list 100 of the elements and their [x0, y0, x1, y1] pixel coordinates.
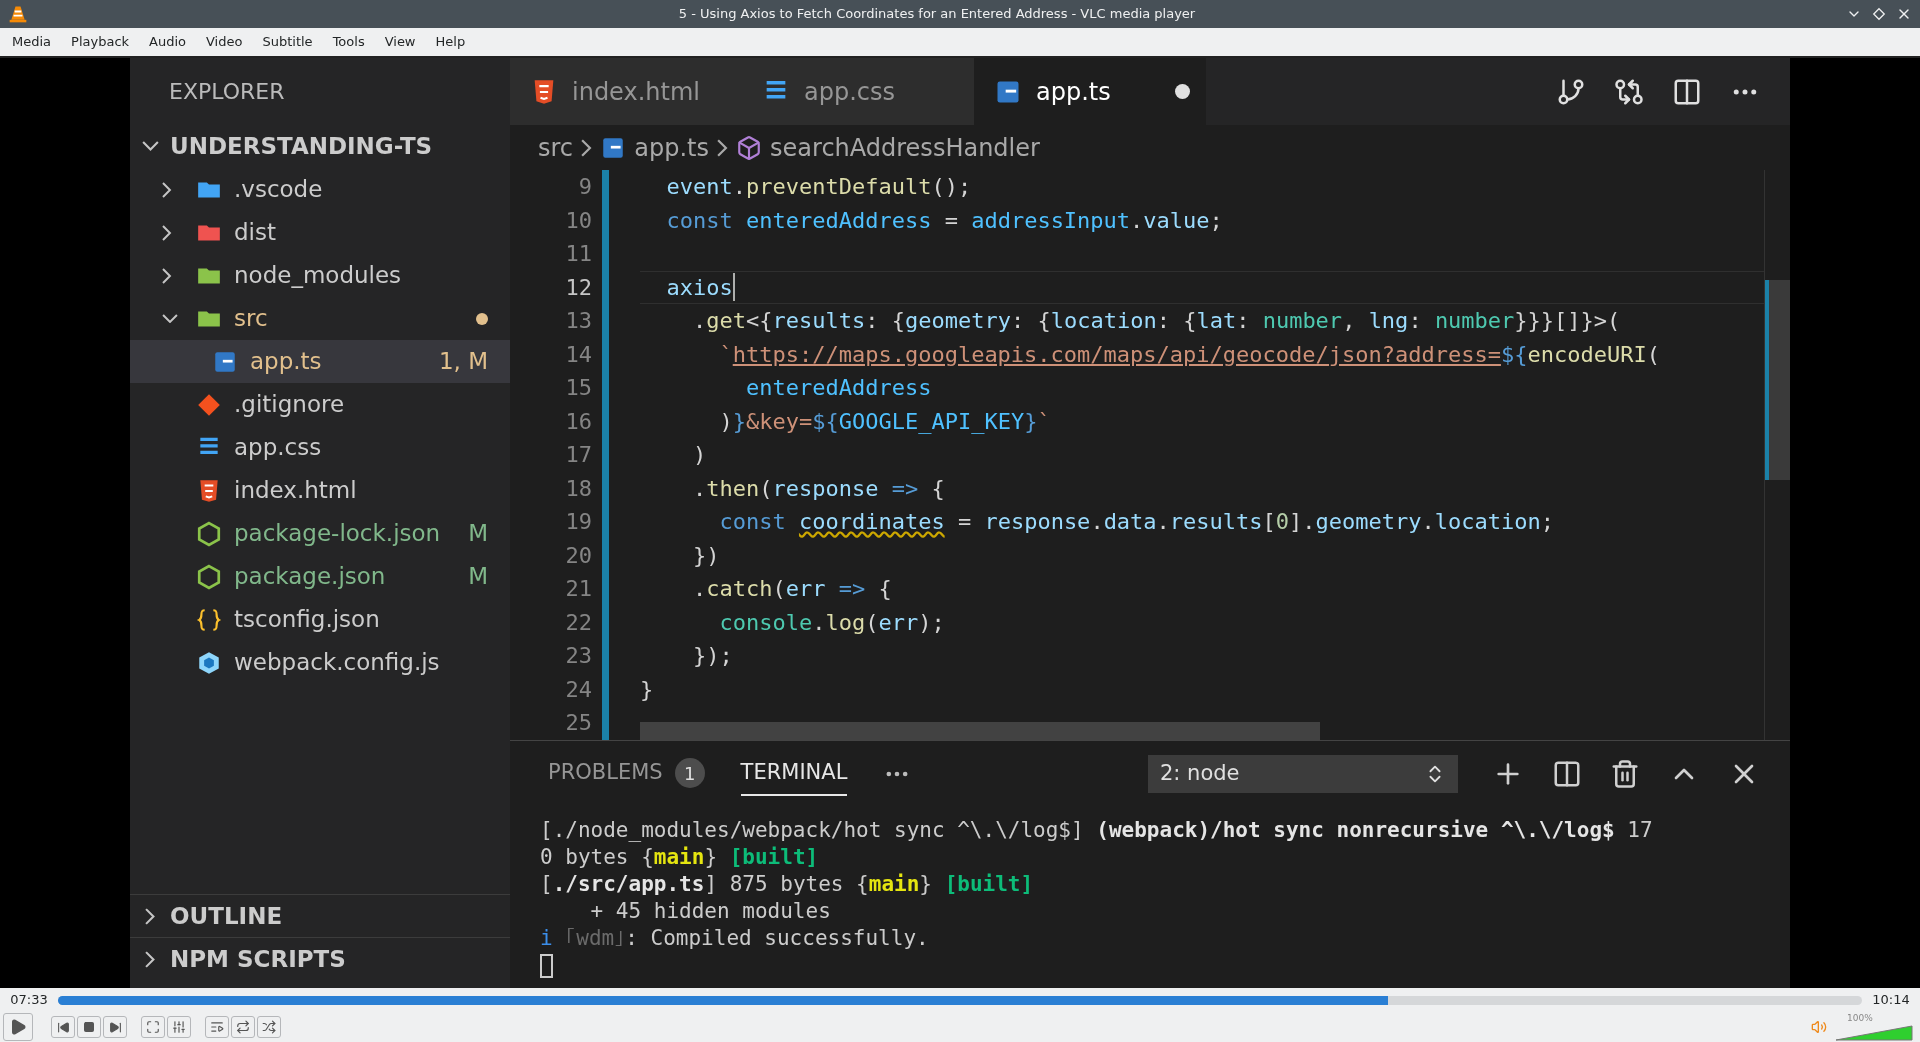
traffic-cone-icon — [8, 4, 28, 24]
playlist-button[interactable] — [205, 1016, 229, 1038]
stop-button[interactable] — [77, 1016, 101, 1038]
panel-tab[interactable]: PROBLEMS 1 — [548, 752, 705, 796]
line-number: 15 — [565, 374, 592, 402]
file-tree-item[interactable]: dist — [130, 211, 510, 254]
previous-button[interactable] — [51, 1016, 75, 1038]
line-number: 21 — [565, 575, 592, 603]
file-tree-item[interactable]: app.ts 1, M — [130, 340, 510, 383]
line-number: 20 — [565, 541, 592, 570]
file-name: index.html — [234, 476, 357, 506]
editor-tab[interactable]: app.ts — [974, 58, 1206, 125]
next-button[interactable] — [103, 1016, 127, 1038]
split-terminal-icon[interactable] — [1552, 759, 1582, 789]
code-line: const enteredAddress = addressInput.value; — [665, 206, 1224, 235]
collapsed-section-header[interactable]: OUTLINE — [130, 894, 510, 937]
shuffle-button[interactable] — [257, 1016, 281, 1038]
horizontal-scrollbar[interactable] — [640, 722, 1320, 740]
code-line: .get<{results: {geometry: {location: {lat: number, lng: number}}}[]}>( — [691, 307, 1622, 335]
terminal-cursor — [540, 953, 553, 978]
breadcrumb-item[interactable]: src — [538, 129, 574, 166]
window-title: 5 - Using Axios to Fetch Coordinates for an Entered Address - VLC media player — [678, 5, 1196, 24]
terminal-line: + 45 hidden modules — [589, 898, 832, 925]
menu-item[interactable]: Tools — [322, 32, 375, 52]
play-icon — [9, 1018, 27, 1036]
file-name: node_modules — [234, 261, 402, 291]
code-line: .catch(err => { — [691, 575, 893, 603]
file-tree-item[interactable]: package.json M — [130, 555, 510, 598]
breadcrumb-item[interactable]: searchAddressHandler — [770, 129, 1040, 166]
cube-file-icon — [196, 649, 222, 676]
file-tree-item[interactable]: .vscode — [130, 168, 510, 211]
elapsed-time: 07:33 — [9, 991, 49, 1010]
menu-item[interactable]: Help — [425, 32, 476, 52]
menu-item[interactable]: Subtitle — [252, 32, 323, 52]
file-tree-item[interactable]: index.html — [130, 469, 510, 512]
code-line: `https://maps.googleapis.com/maps/api/geocode/json?address=${encodeURI( — [718, 340, 1661, 369]
menu-item[interactable]: Video — [196, 32, 253, 52]
folder-header[interactable]: UNDERSTANDING-TS — [130, 125, 510, 168]
fullscreen-button[interactable] — [141, 1016, 165, 1038]
explorer-title: EXPLORER — [169, 78, 285, 106]
code-line: axios — [640, 270, 1764, 304]
menu-item[interactable]: View — [374, 32, 426, 52]
git-status: 1, M — [438, 347, 488, 377]
git-status: M — [468, 562, 488, 592]
compare-icon[interactable] — [1614, 76, 1644, 107]
code-line: const coordinates = response.data.results[0].geometry.location; — [718, 508, 1555, 536]
chevron-right-icon — [581, 138, 593, 157]
panel-tab[interactable]: TERMINAL — [740, 752, 848, 796]
section-title: OUTLINE — [170, 901, 283, 931]
line-number: 16 — [565, 407, 592, 436]
braces-file-icon — [196, 606, 222, 633]
text-cursor — [732, 273, 735, 302]
skip-back-icon — [56, 1020, 70, 1034]
file-name: src — [234, 304, 268, 334]
line-number: 19 — [565, 508, 592, 536]
line-number: 14 — [565, 340, 592, 369]
line-number: 25 — [565, 709, 592, 737]
tab-label: index.html — [572, 76, 700, 108]
git-status: M — [468, 519, 488, 549]
trash-icon[interactable] — [1610, 759, 1640, 789]
code-line: )}&key=${GOOGLE_API_KEY}` — [718, 407, 1052, 436]
seek-bar[interactable] — [58, 995, 1862, 1005]
file-name: .gitignore — [234, 390, 345, 420]
editor-tab[interactable]: index.html — [510, 58, 742, 125]
menu-item[interactable]: Media — [2, 32, 62, 52]
file-name: dist — [234, 218, 276, 248]
menu-item[interactable]: Playback — [61, 32, 140, 52]
file-name: app.ts — [250, 347, 322, 377]
fullscreen-icon — [146, 1020, 160, 1034]
file-tree-item[interactable]: tsconfig.json — [130, 598, 510, 641]
line-number: 22 — [565, 608, 592, 637]
line-number: 11 — [565, 240, 592, 268]
line-number: 13 — [565, 307, 592, 335]
chevron-right-icon — [716, 138, 729, 157]
file-tree-item[interactable]: src — [130, 297, 510, 340]
code-line: }); — [691, 642, 734, 670]
play-button[interactable] — [3, 1013, 33, 1041]
breadcrumb-item[interactable]: app.ts — [634, 129, 709, 166]
tab-label: app.css — [804, 76, 895, 108]
file-name: app.css — [234, 433, 322, 463]
loop-button[interactable] — [231, 1016, 255, 1038]
extended-settings-button[interactable] — [167, 1016, 191, 1038]
file-tree-item[interactable]: package-lock.json M — [130, 512, 510, 555]
terminal-line: i ｢wdm｣: Compiled successfully. — [540, 925, 930, 952]
skip-forward-icon — [108, 1020, 122, 1034]
line-number: 9 — [578, 173, 592, 201]
terminal-select[interactable]: 2: node — [1148, 755, 1458, 793]
collapsed-section-header[interactable]: NPM SCRIPTS — [130, 937, 510, 980]
file-tree-item[interactable]: app.css — [130, 426, 510, 469]
file-tree-item[interactable]: node_modules — [130, 254, 510, 297]
file-tree-item[interactable]: webpack.config.js — [130, 641, 510, 684]
sliders-icon — [172, 1020, 186, 1034]
file-tree-item[interactable]: .gitignore — [130, 383, 510, 426]
line-number: 18 — [565, 474, 592, 503]
code-line: console.log(err); — [718, 608, 946, 637]
maximize-icon[interactable] — [1872, 7, 1886, 21]
vertical-scrollbar[interactable] — [1764, 170, 1790, 740]
tab-label: app.ts — [1036, 76, 1111, 108]
editor-tab[interactable]: app.css — [742, 58, 974, 125]
menu-item[interactable]: Audio — [139, 32, 196, 52]
